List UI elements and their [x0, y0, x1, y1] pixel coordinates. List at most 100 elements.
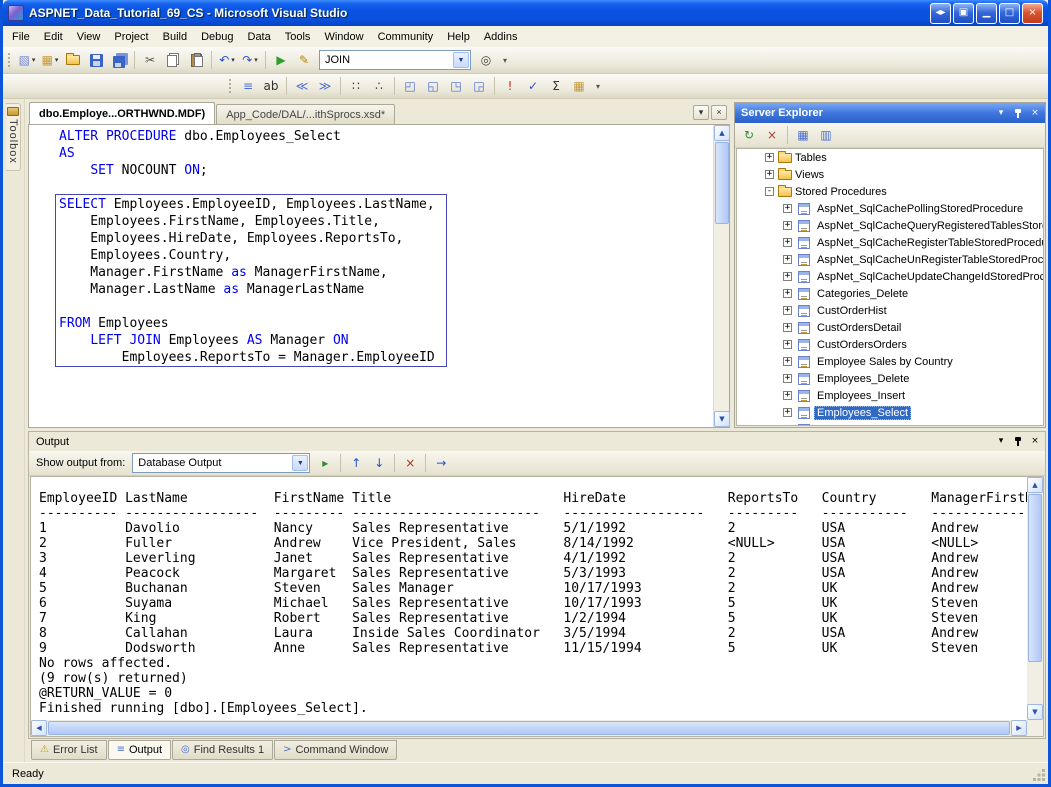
expander-icon[interactable]: +	[765, 170, 774, 179]
combo-dropdown-icon[interactable]: ▼	[453, 52, 469, 68]
scrollbar-thumb[interactable]	[48, 721, 1010, 735]
expander-icon[interactable]: +	[783, 306, 792, 315]
tab-typed-dataset[interactable]: App_Code/DAL/...ithSprocs.xsd*	[216, 104, 395, 124]
decrease-indent-icon[interactable]: ≪	[291, 75, 313, 97]
refresh-icon[interactable]: ↻	[738, 124, 760, 146]
menu-item-tools[interactable]: Tools	[278, 28, 318, 46]
scroll-down-icon[interactable]: ▼	[714, 411, 730, 427]
scrollbar-thumb[interactable]	[715, 142, 729, 224]
scroll-right-icon[interactable]: ▶	[1011, 720, 1027, 736]
next-message-icon[interactable]: ↓	[368, 452, 390, 474]
tree-item-aspnet-sqlcacheregistertablestoredprocedure[interactable]: +AspNet_SqlCacheRegisterTableStoredProce…	[737, 234, 1043, 251]
panel-tab-command-window[interactable]: >Command Window	[274, 740, 397, 760]
expander-icon[interactable]: +	[783, 425, 792, 426]
sql-editor[interactable]: ALTER PROCEDURE dbo.Employees_SelectAS S…	[29, 125, 713, 427]
server-explorer-titlebar[interactable]: Server Explorer ▾ ×	[735, 103, 1045, 123]
combo-dropdown-icon[interactable]: ▼	[292, 455, 308, 471]
expander-icon[interactable]: +	[783, 272, 792, 281]
group-by-icon[interactable]: Σ	[545, 75, 567, 97]
tree-item-employees-select[interactable]: +Employees_Select	[737, 404, 1043, 421]
member-list-icon[interactable]: ≡	[237, 75, 259, 97]
connect-server-icon[interactable]: ▥	[815, 124, 837, 146]
menu-item-help[interactable]: Help	[440, 28, 477, 46]
tree-item-employees-update[interactable]: +Employees_Update	[737, 421, 1043, 426]
expander-icon[interactable]: +	[783, 255, 792, 264]
save-icon[interactable]	[85, 49, 107, 71]
window-position-icon[interactable]: ▾	[993, 434, 1009, 449]
expander-icon[interactable]: +	[783, 323, 792, 332]
redo-icon[interactable]: ↷▾	[239, 49, 261, 71]
minimize-icon[interactable]: ▁	[976, 3, 997, 24]
menu-item-debug[interactable]: Debug	[194, 28, 240, 46]
window-mode-icon[interactable]: ▣	[953, 3, 974, 24]
toolbar-overflow-icon[interactable]: ▾	[591, 75, 605, 97]
tree-item-employee-sales-by-country[interactable]: +Employee Sales by Country	[737, 353, 1043, 370]
expander-icon[interactable]: +	[783, 357, 792, 366]
tab-stored-procedure[interactable]: dbo.Employe...ORTHWND.MDF)	[29, 102, 215, 124]
expander-icon[interactable]: +	[783, 340, 792, 349]
tree-item-employees-insert[interactable]: +Employees_Insert	[737, 387, 1043, 404]
window-position-icon[interactable]: ▾	[993, 106, 1009, 121]
expander-icon[interactable]: +	[783, 238, 792, 247]
tree-item-tables[interactable]: +Tables	[737, 149, 1043, 166]
close-panel-icon[interactable]: ×	[1027, 434, 1043, 449]
output-source-combo[interactable]: Database Output ▼	[132, 453, 310, 473]
menu-item-view[interactable]: View	[70, 28, 108, 46]
scroll-down-icon[interactable]: ▼	[1027, 704, 1043, 720]
sql-search-combo[interactable]: JOIN▼	[319, 50, 471, 70]
connect-database-icon[interactable]: ▦	[792, 124, 814, 146]
tree-item-aspnet-sqlcacheunregistertablestoredprocedure[interactable]: +AspNet_SqlCacheUnRegisterTableStoredPro…	[737, 251, 1043, 268]
close-icon[interactable]: ×	[1022, 3, 1043, 24]
tree-item-aspnet-sqlcacheupdatechangeidstoredprocedure[interactable]: +AspNet_SqlCacheUpdateChangeIdStoredProc…	[737, 268, 1043, 285]
menu-item-addins[interactable]: Addins	[477, 28, 525, 46]
diagram-pane-icon[interactable]: ◰	[399, 75, 421, 97]
output-horizontal-scrollbar[interactable]: ◀ ▶	[31, 720, 1027, 736]
word-completion-icon[interactable]: ab	[260, 75, 282, 97]
auto-hide-pin-icon[interactable]	[1010, 434, 1026, 449]
document-list-dropdown-icon[interactable]: ▾	[693, 105, 709, 120]
increase-indent-icon[interactable]: ≫	[314, 75, 336, 97]
add-table-icon[interactable]: ▦	[568, 75, 590, 97]
menu-item-edit[interactable]: Edit	[37, 28, 70, 46]
goto-source-icon[interactable]: →	[430, 452, 452, 474]
scrollbar-thumb[interactable]	[1028, 494, 1042, 662]
panel-tab-output[interactable]: ≡Output	[108, 740, 171, 760]
tree-item-custordersorders[interactable]: +CustOrdersOrders	[737, 336, 1043, 353]
save-all-icon[interactable]	[108, 49, 130, 71]
tree-item-stored-procedures[interactable]: -Stored Procedures	[737, 183, 1043, 200]
tree-item-categories-delete[interactable]: +Categories_Delete	[737, 285, 1043, 302]
close-panel-icon[interactable]: ×	[1027, 106, 1043, 121]
menu-item-window[interactable]: Window	[317, 28, 370, 46]
find-icon[interactable]: ◎	[475, 49, 497, 71]
panel-tab-error-list[interactable]: ⚠Error List	[31, 740, 107, 760]
pencil-icon[interactable]: ✎	[293, 49, 315, 71]
add-item-icon[interactable]: ▦▾	[39, 49, 61, 71]
auto-hide-pin-icon[interactable]	[1010, 106, 1026, 121]
expander-icon[interactable]: -	[765, 187, 774, 196]
output-text[interactable]: EmployeeID LastName FirstName Title Hire…	[31, 477, 1027, 720]
start-debug-icon[interactable]: ▶	[270, 49, 292, 71]
cut-icon[interactable]: ✂	[139, 49, 161, 71]
expander-icon[interactable]: +	[783, 408, 792, 417]
results-pane-icon[interactable]: ◲	[468, 75, 490, 97]
tree-item-aspnet-sqlcachepollingstoredprocedure[interactable]: +AspNet_SqlCachePollingStoredProcedure	[737, 200, 1043, 217]
sql-pane-icon[interactable]: ◳	[445, 75, 467, 97]
expander-icon[interactable]: +	[783, 391, 792, 400]
menu-item-project[interactable]: Project	[107, 28, 155, 46]
output-vertical-scrollbar[interactable]: ▲ ▼	[1027, 477, 1043, 720]
panel-tab-find-results-1[interactable]: ◎Find Results 1	[172, 740, 273, 760]
uncomment-icon[interactable]: ∴	[368, 75, 390, 97]
menu-item-community[interactable]: Community	[371, 28, 441, 46]
verify-sql-icon[interactable]: ✓	[522, 75, 544, 97]
start-icon[interactable]: ▸	[314, 452, 336, 474]
copy-icon[interactable]	[162, 49, 184, 71]
prev-message-icon[interactable]: ↑	[345, 452, 367, 474]
paste-icon[interactable]	[185, 49, 207, 71]
toolbar-overflow-icon[interactable]: ▾	[498, 49, 512, 71]
toolbar-grip[interactable]	[7, 52, 11, 68]
scroll-up-icon[interactable]: ▲	[1027, 477, 1043, 493]
expander-icon[interactable]: +	[783, 374, 792, 383]
open-file-icon[interactable]	[62, 49, 84, 71]
comment-icon[interactable]: ∷	[345, 75, 367, 97]
editor-vertical-scrollbar[interactable]: ▲ ▼	[713, 125, 729, 427]
